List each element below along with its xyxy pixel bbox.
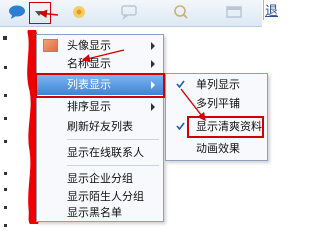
checkmark-icon (176, 122, 185, 130)
dropdown-highlight-box (29, 2, 51, 24)
context-menu: 头像显示 名称显示 列表显示 排序显示 刷新好友列表 显示在线联系人 显示企业分… (35, 34, 165, 222)
submenu-list-display: 单列显示 多列平铺 显示清爽资料 动画效果 (165, 73, 268, 161)
menu-separator (67, 139, 159, 140)
list-bullet (4, 206, 7, 209)
list-bullet (4, 117, 7, 120)
chat-bubble-icon[interactable] (8, 4, 26, 20)
toolbar (0, 0, 262, 27)
highlight-box-clean-profile (187, 116, 264, 138)
submenu-item-single-column[interactable]: 单列显示 (166, 75, 267, 94)
menu-item-avatar-display[interactable]: 头像显示 (37, 36, 163, 55)
menu-separator (67, 165, 159, 166)
list-bullet (4, 140, 7, 143)
menu-item-sort-display[interactable]: 排序显示 (37, 97, 163, 116)
list-bullet (4, 188, 7, 191)
window-icon[interactable] (225, 4, 243, 20)
list-bullet (4, 66, 7, 69)
checkmark-icon (176, 80, 185, 88)
list-bullet (3, 36, 7, 40)
menu-item-show-online[interactable]: 显示在线联系人 (37, 143, 163, 162)
logout-link[interactable]: 退 (263, 0, 281, 20)
menu-item-show-enterprise-group[interactable]: 显示企业分组 (37, 169, 163, 188)
submenu-item-animation[interactable]: 动画效果 (166, 139, 267, 158)
menu-item-name-display[interactable]: 名称显示 (37, 54, 163, 73)
highlight-box-list-display (35, 73, 165, 98)
search-icon[interactable] (172, 4, 190, 20)
message-icon[interactable] (120, 4, 138, 20)
menu-item-refresh-friends[interactable]: 刷新好友列表 (37, 117, 163, 136)
list-bullet (4, 224, 7, 227)
menu-item-show-blacklist[interactable]: 显示黑名单 (37, 203, 163, 222)
flower-icon[interactable] (70, 4, 88, 20)
list-bullet (4, 94, 7, 97)
list-bullet (4, 172, 7, 175)
submenu-item-multi-column[interactable]: 多列平铺 (166, 94, 267, 113)
